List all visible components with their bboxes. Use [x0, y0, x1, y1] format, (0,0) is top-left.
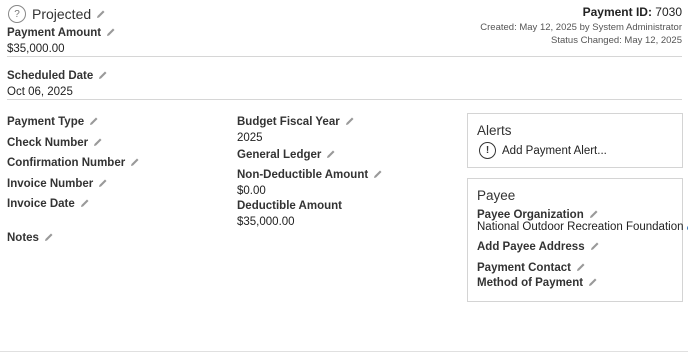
- check-number-field: Check Number: [7, 137, 103, 149]
- edit-invoice-date-pencil-icon[interactable]: [80, 198, 90, 208]
- non-deductible-label: Non-Deductible Amount: [237, 169, 369, 181]
- deductible-field: Deductible Amount $35,000.00: [237, 200, 342, 228]
- payment-amount-field: Payment Amount $35,000.00: [7, 27, 116, 55]
- add-payee-address-field[interactable]: Add Payee Address: [477, 241, 600, 253]
- edit-status-pencil-icon[interactable]: [96, 9, 106, 19]
- payment-contact-field: Payment Contact: [477, 262, 586, 274]
- edit-notes-pencil-icon[interactable]: [44, 232, 54, 242]
- edit-payee-organization-pencil-icon[interactable]: [589, 209, 599, 219]
- non-deductible-value: $0.00: [237, 185, 266, 197]
- deductible-value: $35,000.00: [237, 216, 295, 228]
- payment-type-field: Payment Type: [7, 116, 99, 128]
- payee-title: Payee: [477, 188, 516, 203]
- payee-organization-field: Payee Organization: [477, 209, 599, 221]
- payee-organization-label: Payee Organization: [477, 209, 584, 221]
- divider: [7, 56, 682, 57]
- deductible-label: Deductible Amount: [237, 200, 342, 212]
- footer-divider: [0, 351, 688, 352]
- invoice-date-field: Invoice Date: [7, 198, 90, 210]
- payment-contact-label: Payment Contact: [477, 262, 571, 274]
- budget-fiscal-year-field: Budget Fiscal Year 2025: [237, 116, 355, 144]
- created-info: Created: May 12, 2025 by System Administ…: [480, 22, 682, 33]
- edit-general-ledger-pencil-icon[interactable]: [326, 149, 336, 159]
- edit-confirmation-number-pencil-icon[interactable]: [130, 157, 140, 167]
- edit-payment-contact-pencil-icon[interactable]: [576, 262, 586, 272]
- divider: [7, 99, 682, 100]
- scheduled-date-field: Scheduled Date Oct 06, 2025: [7, 70, 108, 98]
- method-of-payment-field: Method of Payment: [477, 277, 598, 289]
- payment-amount-value: $35,000.00: [7, 43, 65, 55]
- payee-organization-value: National Outdoor Recreation Foundation: [477, 221, 688, 233]
- edit-check-number-pencil-icon[interactable]: [93, 137, 103, 147]
- exclamation-icon: !: [479, 142, 496, 159]
- status-changed-info: Status Changed: May 12, 2025: [551, 35, 682, 46]
- edit-budget-fiscal-year-pencil-icon[interactable]: [345, 116, 355, 126]
- payment-status: ? Projected: [8, 5, 106, 23]
- edit-invoice-number-pencil-icon[interactable]: [98, 178, 108, 188]
- notes-field: Notes: [7, 232, 54, 244]
- status-text: Projected: [32, 6, 92, 22]
- payment-id: Payment ID: 7030: [582, 5, 682, 19]
- budget-fiscal-year-label: Budget Fiscal Year: [237, 116, 340, 128]
- alerts-title: Alerts: [477, 123, 512, 138]
- non-deductible-field: Non-Deductible Amount $0.00: [237, 169, 383, 197]
- edit-payment-type-pencil-icon[interactable]: [89, 116, 99, 126]
- payment-meta: Payment ID: 7030 Created: May 12, 2025 b…: [480, 5, 682, 46]
- edit-scheduled-date-pencil-icon[interactable]: [98, 70, 108, 80]
- edit-payment-amount-pencil-icon[interactable]: [106, 27, 116, 37]
- edit-method-of-payment-pencil-icon[interactable]: [588, 277, 598, 287]
- add-payee-address-label: Add Payee Address: [477, 241, 585, 253]
- question-icon: ?: [8, 5, 26, 23]
- scheduled-date-value: Oct 06, 2025: [7, 86, 73, 98]
- scheduled-date-label: Scheduled Date: [7, 70, 94, 82]
- method-of-payment-label: Method of Payment: [477, 277, 584, 289]
- add-payment-alert-button[interactable]: ! Add Payment Alert...: [479, 142, 607, 159]
- budget-fiscal-year-value: 2025: [237, 132, 263, 144]
- confirmation-number-field: Confirmation Number: [7, 157, 140, 169]
- invoice-number-field: Invoice Number: [7, 178, 108, 190]
- add-payment-alert-label: Add Payment Alert...: [502, 144, 607, 157]
- payee-card: Payee Payee Organization National Outdoo…: [467, 178, 688, 302]
- alerts-card: Alerts ! Add Payment Alert...: [467, 113, 683, 168]
- edit-non-deductible-pencil-icon[interactable]: [373, 169, 383, 179]
- payment-amount-label: Payment Amount: [7, 27, 102, 39]
- general-ledger-field: General Ledger: [237, 149, 336, 161]
- edit-payee-address-pencil-icon[interactable]: [590, 241, 600, 251]
